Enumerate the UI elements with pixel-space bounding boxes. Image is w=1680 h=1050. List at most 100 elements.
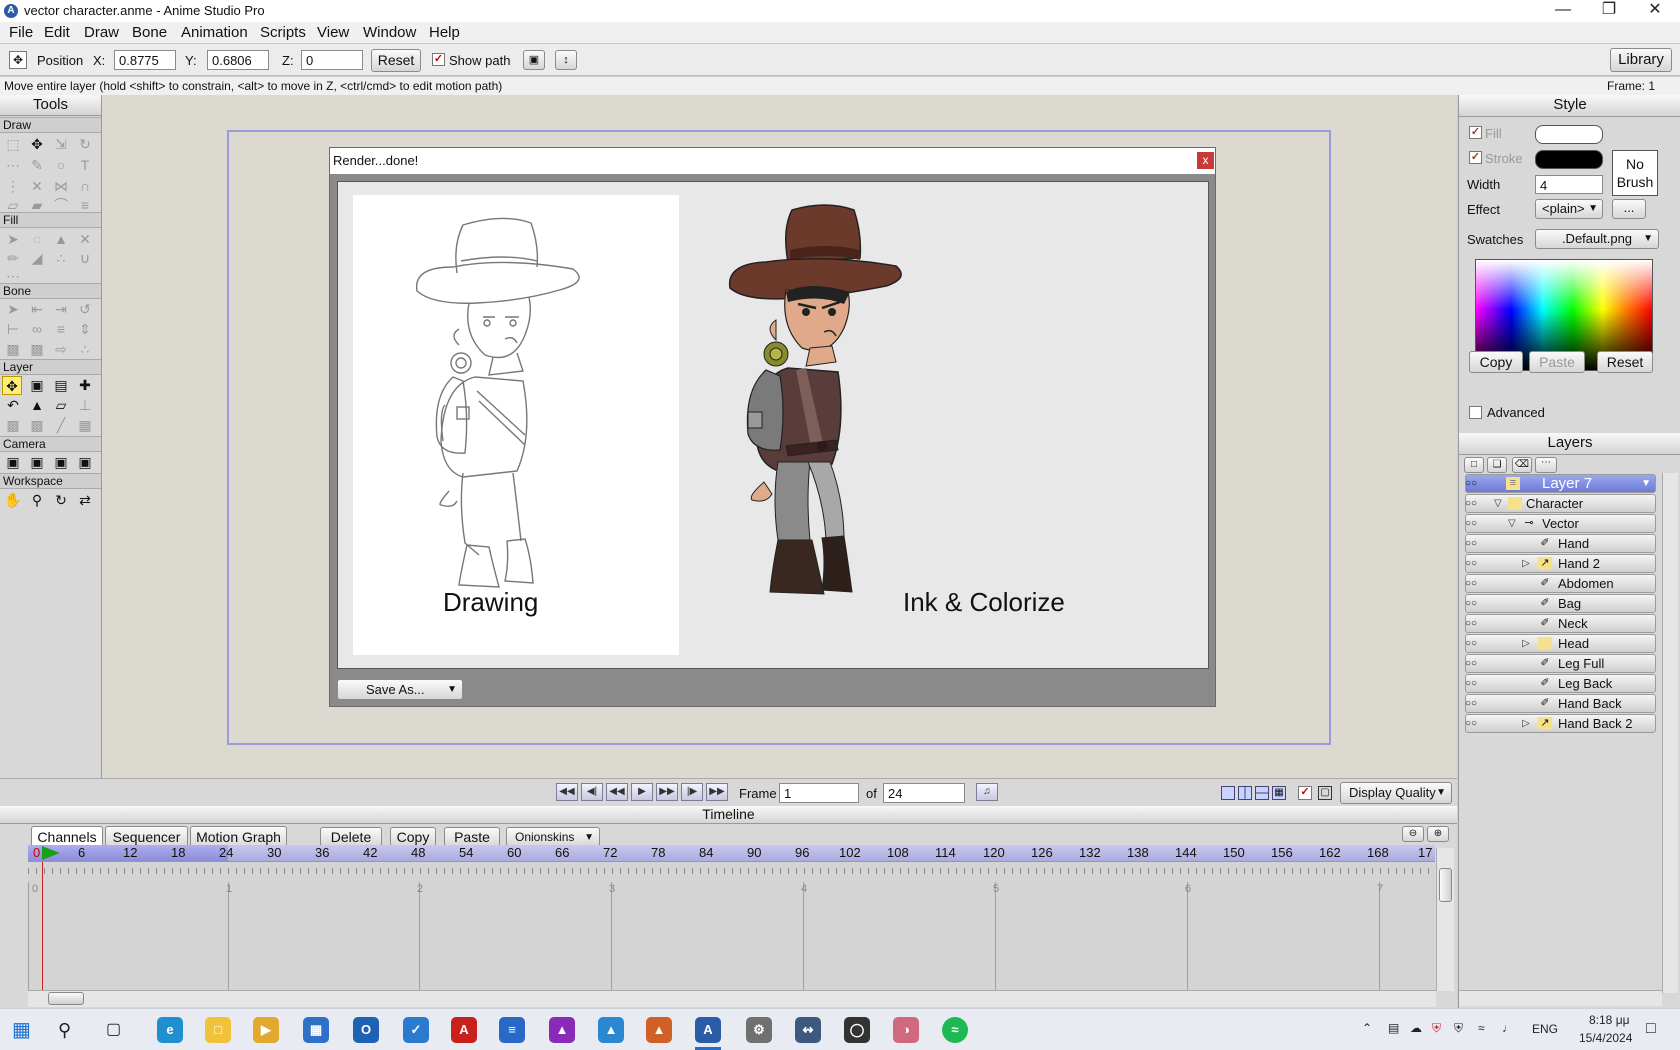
layer-row[interactable]: ○○ ✐ Abdomen bbox=[1465, 574, 1656, 593]
affinity-photo-icon[interactable]: ▲ bbox=[549, 1017, 575, 1043]
tool-app-icon[interactable]: ↭ bbox=[795, 1017, 821, 1043]
security-icon[interactable]: ⛨ bbox=[1432, 1021, 1441, 1036]
todo-icon[interactable]: ✓ bbox=[403, 1017, 429, 1043]
eyedropper-icon[interactable]: ✏ bbox=[3, 249, 23, 268]
align-icon[interactable]: ↕ bbox=[555, 50, 577, 70]
effect-more-button[interactable]: ... bbox=[1612, 199, 1646, 219]
cloud-icon[interactable]: ☁ bbox=[1410, 1021, 1422, 1035]
select-bone-icon[interactable]: ➤ bbox=[3, 300, 23, 319]
advanced-checkbox[interactable] bbox=[1469, 406, 1482, 419]
curvature-icon[interactable]: ✕ bbox=[27, 177, 47, 196]
eyedropper-layer-icon[interactable]: ╱ bbox=[51, 416, 71, 435]
particle-layer-icon[interactable]: ▩ bbox=[27, 416, 47, 435]
translate-layer-tool-icon[interactable]: ✥ bbox=[2, 376, 22, 395]
eye-icon[interactable]: ○○ bbox=[1462, 475, 1480, 492]
safe-frame-icon[interactable]: ▢ bbox=[1318, 786, 1332, 800]
layer-row[interactable]: ○○ ✐ Leg Full bbox=[1465, 654, 1656, 673]
bind-layer-icon[interactable]: ▩ bbox=[3, 340, 23, 359]
playhead-marker-icon[interactable] bbox=[42, 846, 60, 860]
outlook-icon[interactable]: O bbox=[353, 1017, 379, 1043]
zoom-icon[interactable]: ⚲ bbox=[27, 491, 47, 510]
pan-tilt-camera-icon[interactable]: ▣ bbox=[75, 453, 95, 472]
switch-layer-icon[interactable]: ▩ bbox=[3, 416, 23, 435]
menu-animation[interactable]: Animation bbox=[181, 24, 248, 41]
layer-row[interactable]: ○○ ▷ Head bbox=[1465, 634, 1656, 653]
eye-icon[interactable]: ○○ bbox=[1462, 715, 1480, 732]
expand-icon[interactable]: ▽ bbox=[1508, 515, 1516, 532]
eye-icon[interactable]: ○○ bbox=[1462, 575, 1480, 592]
file-explorer-icon[interactable]: □ bbox=[205, 1017, 231, 1043]
fill-color-swatch[interactable] bbox=[1535, 125, 1603, 144]
device-icon[interactable]: ▤ bbox=[1388, 1021, 1399, 1035]
eye-icon[interactable]: ○○ bbox=[1462, 535, 1480, 552]
layer-row[interactable]: ○○ ▷ ↗ Hand 2 bbox=[1465, 554, 1656, 573]
offset-bone-icon[interactable]: ⇨ bbox=[51, 340, 71, 359]
orbit-workspace-icon[interactable]: ⇄ bbox=[75, 491, 95, 510]
menu-scripts[interactable]: Scripts bbox=[260, 24, 306, 41]
timeline-ruler[interactable]: 0 6 12 18 24 30 36 42 48 54 60 66 72 78 … bbox=[28, 845, 1435, 861]
layer-row[interactable]: ○○ ✐ Bag bbox=[1465, 594, 1656, 613]
layer-selector-icon[interactable]: ▦ bbox=[75, 416, 95, 435]
notifications-icon[interactable]: □ bbox=[1646, 1020, 1656, 1038]
clock-time[interactable]: 8:18 μμ bbox=[1589, 1013, 1630, 1027]
zoom-camera-icon[interactable]: ▣ bbox=[27, 453, 47, 472]
scale-bone-icon[interactable]: ⇥ bbox=[51, 300, 71, 319]
audio-icon[interactable]: ♫ bbox=[976, 783, 998, 801]
freehand-icon[interactable]: ✎ bbox=[27, 156, 47, 175]
bone-physics-icon[interactable]: ∴ bbox=[75, 340, 95, 359]
timeline-v-scrollbar[interactable] bbox=[1436, 848, 1454, 991]
manipulate-bones-icon[interactable]: ⇕ bbox=[75, 320, 95, 339]
rewind-to-start-icon[interactable]: ◀◀ bbox=[556, 783, 578, 801]
z-position-field[interactable]: 0 bbox=[301, 50, 363, 70]
timeline-tracks[interactable]: 0 1 2 3 4 5 6 7 bbox=[28, 861, 1435, 992]
magnet-icon[interactable]: ⋈ bbox=[51, 177, 71, 196]
text-icon[interactable]: T bbox=[75, 156, 95, 175]
eye-icon[interactable]: ○○ bbox=[1462, 675, 1480, 692]
minimize-button[interactable]: — bbox=[1540, 0, 1586, 22]
layer-row[interactable]: ○○ ✐ Hand bbox=[1465, 534, 1656, 553]
fast-forward-to-end-icon[interactable]: ▶▶ bbox=[706, 783, 728, 801]
store-icon[interactable]: ▦ bbox=[303, 1017, 329, 1043]
affinity-designer-icon[interactable]: ▲ bbox=[598, 1017, 624, 1043]
eye-icon[interactable]: ○○ bbox=[1462, 495, 1480, 512]
menu-file[interactable]: File bbox=[9, 24, 33, 41]
layer-settings-icon[interactable]: ⋯ bbox=[1535, 457, 1557, 473]
dialog-close-button[interactable]: x bbox=[1196, 151, 1215, 170]
delete-layer-icon[interactable]: ⌫ bbox=[1512, 457, 1532, 473]
clock-date[interactable]: 15/4/2024 bbox=[1579, 1031, 1632, 1045]
split-vertical-icon[interactable] bbox=[1238, 786, 1252, 800]
track-camera-icon[interactable]: ▣ bbox=[3, 453, 23, 472]
rotate-bone-icon[interactable]: ↺ bbox=[75, 300, 95, 319]
stroke-color-swatch[interactable] bbox=[1535, 150, 1603, 169]
style-reset-button[interactable]: Reset bbox=[1597, 351, 1653, 373]
spotify-icon[interactable]: ≈ bbox=[942, 1017, 968, 1043]
bone-strength-icon[interactable]: ≡ bbox=[51, 320, 71, 339]
expand-icon[interactable]: ▽ bbox=[1494, 495, 1502, 512]
zoom-out-timeline-icon[interactable]: ⊖ bbox=[1402, 826, 1424, 842]
reader-icon[interactable]: ≡ bbox=[499, 1017, 525, 1043]
layer-row[interactable]: ○○ ✐ Leg Back bbox=[1465, 674, 1656, 693]
chevron-up-icon[interactable]: ⌃ bbox=[1362, 1021, 1372, 1035]
new-layer-icon[interactable]: □ bbox=[1464, 457, 1484, 473]
anime-studio-icon[interactable]: A bbox=[695, 1017, 721, 1043]
reset-button[interactable]: Reset bbox=[371, 49, 421, 72]
shear-layer-icon[interactable]: ▱ bbox=[51, 396, 71, 415]
scale-layer-icon[interactable]: ▣ bbox=[27, 376, 47, 395]
fill-checkbox[interactable]: ✓ bbox=[1469, 126, 1482, 139]
step-forward-icon[interactable]: ▶▶ bbox=[656, 783, 678, 801]
play-icon[interactable]: ▶ bbox=[631, 783, 653, 801]
no-brush-button[interactable]: No Brush bbox=[1612, 150, 1658, 196]
language-indicator[interactable]: ENG bbox=[1532, 1022, 1558, 1036]
layers-scrollbar[interactable] bbox=[1662, 473, 1678, 993]
paint-bucket-icon[interactable]: ▲ bbox=[51, 230, 71, 249]
menu-bone[interactable]: Bone bbox=[132, 24, 167, 41]
layer-row[interactable]: ○○ ▷ ↗ Hand Back 2 bbox=[1465, 714, 1656, 733]
translate-bone-icon[interactable]: ⇤ bbox=[27, 300, 47, 319]
layer-row[interactable]: ○○ ≡ Layer 7 ▼ bbox=[1465, 474, 1656, 493]
menu-help[interactable]: Help bbox=[429, 24, 460, 41]
current-frame-field[interactable]: 1 bbox=[779, 783, 859, 803]
bind-points-icon[interactable]: ▩ bbox=[27, 340, 47, 359]
menu-view[interactable]: View bbox=[317, 24, 349, 41]
hide-edge-icon[interactable]: ∪ bbox=[75, 249, 95, 268]
end-frame-field[interactable]: 24 bbox=[883, 783, 965, 803]
